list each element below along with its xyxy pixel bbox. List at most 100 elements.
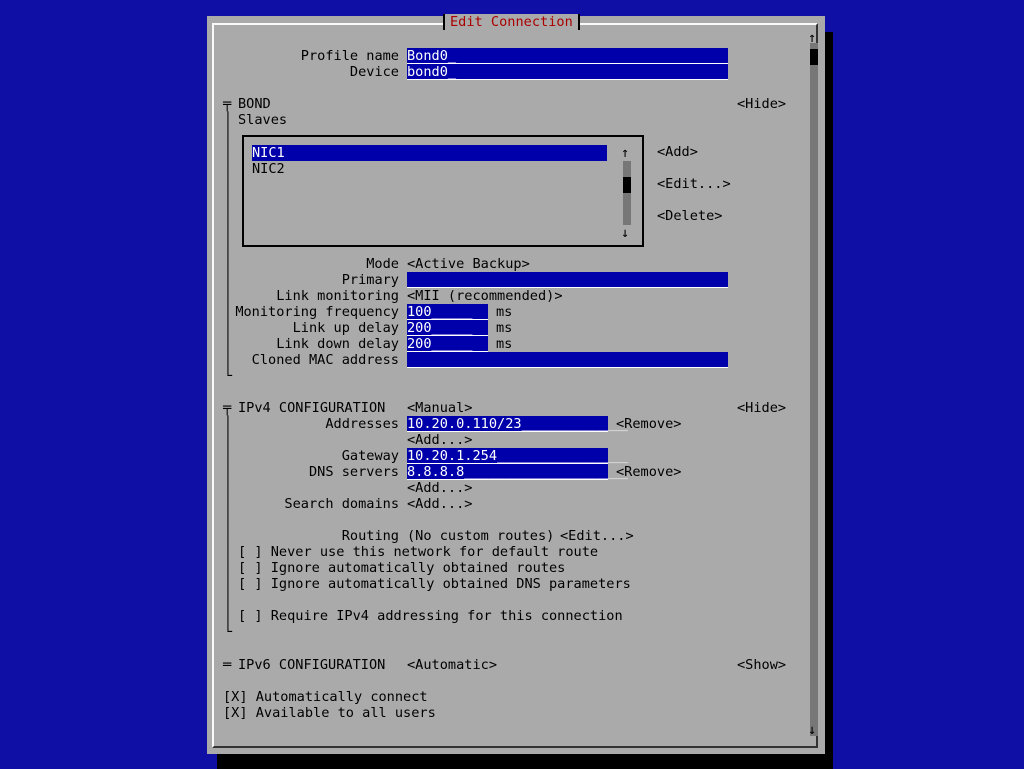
primary-field[interactable] [407, 272, 728, 288]
dialog-scroll-thumb[interactable] [810, 49, 818, 65]
ipv4-hide-button[interactable]: <Hide> [737, 400, 786, 416]
bond-section-bar: │ [223, 352, 233, 368]
bond-section-bar: │ [223, 176, 233, 192]
list-item[interactable]: NIC1 [252, 145, 607, 161]
remove-dns-button[interactable]: <Remove> [616, 464, 681, 480]
bond-section-bar: │ [223, 272, 233, 288]
ipv4-section-bar: │ [223, 464, 233, 480]
auto-connect-checkbox[interactable]: [X] Automatically connect [223, 689, 428, 705]
link-down-delay-label: Link down delay [276, 336, 399, 352]
cloned-mac-label: Cloned MAC address [251, 352, 399, 368]
ignore-dns-checkbox[interactable]: [ ] Ignore automatically obtained DNS pa… [238, 576, 631, 592]
bond-section-bar: │ [223, 240, 233, 256]
ipv6-show-button[interactable]: <Show> [737, 657, 786, 673]
bond-section-bar: │ [223, 304, 233, 320]
scroll-down-icon[interactable]: ↓ [808, 722, 816, 738]
link-down-delay-field[interactable]: 200_____ [407, 336, 488, 352]
address-field[interactable]: 10.20.0.110/23_____________ [407, 416, 628, 432]
ipv4-section-bar: │ [223, 432, 233, 448]
edit-slave-button[interactable]: <Edit...> [657, 176, 731, 192]
link-down-delay-unit: ms [496, 336, 513, 352]
bond-section-end: └ [223, 368, 233, 384]
ipv4-section-bar: │ [223, 576, 233, 592]
mode-label: Mode [366, 256, 399, 272]
bond-section-bar: │ [223, 160, 233, 176]
list-item[interactable]: NIC2 [252, 161, 285, 177]
routing-label: Routing [341, 528, 399, 544]
bond-hide-button[interactable]: <Hide> [737, 96, 786, 112]
list-scroll-up-icon[interactable]: ↑ [621, 145, 629, 161]
mode-select[interactable]: <Active Backup> [407, 256, 530, 272]
ipv6-method-select[interactable]: <Automatic> [407, 657, 497, 673]
profile-name-label: Profile name [300, 48, 399, 64]
list-scroll-down-icon[interactable]: ↓ [621, 225, 629, 241]
slaves-label: Slaves [238, 112, 288, 128]
cloned-mac-field[interactable] [407, 352, 728, 368]
device-field[interactable]: bond0_ [407, 64, 728, 80]
ipv4-section-bar: │ [223, 512, 233, 528]
bond-section-bar: │ [223, 112, 233, 128]
bond-collapse-marker[interactable]: ╤ [223, 96, 231, 112]
slaves-list: NIC1 NIC2 ↑ ↓ [242, 135, 644, 247]
add-search-domain-button[interactable]: <Add...> [407, 496, 472, 512]
bond-section-bar: │ [223, 320, 233, 336]
link-up-delay-unit: ms [496, 320, 513, 336]
ipv6-collapse-marker[interactable]: ═ [223, 657, 231, 673]
bond-section-bar: │ [223, 128, 233, 144]
bond-section-bar: │ [223, 256, 233, 272]
dns-servers-label: DNS servers [308, 464, 399, 480]
bond-section-bar: │ [223, 144, 233, 160]
monitoring-frequency-field[interactable]: 100_____ [407, 304, 488, 320]
primary-label: Primary [341, 272, 399, 288]
dialog-border [212, 23, 818, 748]
ipv4-section-bar: │ [223, 544, 233, 560]
routing-edit-button[interactable]: <Edit...> [560, 528, 634, 544]
link-monitoring-label: Link monitoring [276, 288, 399, 304]
ipv4-section-bar: │ [223, 480, 233, 496]
dialog-title: Edit Connection [443, 14, 580, 30]
bond-section-bar: │ [223, 192, 233, 208]
ipv4-section-bar: │ [223, 416, 233, 432]
add-address-button[interactable]: <Add...> [407, 432, 472, 448]
all-users-checkbox[interactable]: [X] Available to all users [223, 705, 436, 721]
link-monitoring-select[interactable]: <MII (recommended)> [407, 288, 563, 304]
ipv4-method-select[interactable]: <Manual> [407, 400, 472, 416]
dialog-scrollbar[interactable] [810, 43, 818, 736]
ipv4-section-bar: │ [223, 496, 233, 512]
list-scroll-thumb[interactable] [623, 177, 631, 193]
bond-section-bar: │ [223, 288, 233, 304]
addresses-label: Addresses [325, 416, 399, 432]
link-up-delay-field[interactable]: 200_____ [407, 320, 488, 336]
ipv4-section-bar: │ [223, 608, 233, 624]
routing-value: (No custom routes) [407, 528, 555, 544]
bond-section-title: BOND [238, 96, 271, 112]
remove-address-button[interactable]: <Remove> [616, 416, 681, 432]
ipv4-section-title: IPv4 CONFIGURATION [238, 400, 386, 416]
bond-section-bar: │ [223, 336, 233, 352]
monitoring-frequency-label: Monitoring frequency [235, 304, 399, 320]
require-ipv4-checkbox[interactable]: [ ] Require IPv4 addressing for this con… [238, 608, 623, 624]
device-label: Device [349, 64, 399, 80]
ipv4-section-end: └ [223, 624, 233, 640]
ipv4-section-bar: │ [223, 560, 233, 576]
ipv4-collapse-marker[interactable]: ╤ [223, 400, 231, 416]
ipv4-section-bar: │ [223, 528, 233, 544]
gateway-label: Gateway [341, 448, 399, 464]
monitoring-frequency-unit: ms [496, 304, 513, 320]
profile-name-field[interactable]: Bond0_ [407, 48, 728, 64]
ignore-routes-checkbox[interactable]: [ ] Ignore automatically obtained routes [238, 560, 565, 576]
ipv4-section-bar: │ [223, 448, 233, 464]
delete-slave-button[interactable]: <Delete> [657, 208, 722, 224]
add-slave-button[interactable]: <Add> [657, 144, 698, 160]
list-scrollbar[interactable] [623, 161, 631, 225]
add-dns-button[interactable]: <Add...> [407, 480, 472, 496]
ipv4-section-bar: │ [223, 592, 233, 608]
never-default-route-checkbox[interactable]: [ ] Never use this network for default r… [238, 544, 598, 560]
ipv6-section-title: IPv6 CONFIGURATION [238, 657, 386, 673]
gateway-field[interactable]: 10.20.1.254________________ [407, 448, 628, 464]
search-domains-label: Search domains [284, 496, 399, 512]
dns-server-field[interactable]: 8.8.8.8____________________ [407, 464, 628, 480]
link-up-delay-label: Link up delay [292, 320, 399, 336]
edit-connection-dialog: Edit Connection Profile name Bond0_ Devi… [207, 14, 825, 754]
bond-section-bar: │ [223, 208, 233, 224]
